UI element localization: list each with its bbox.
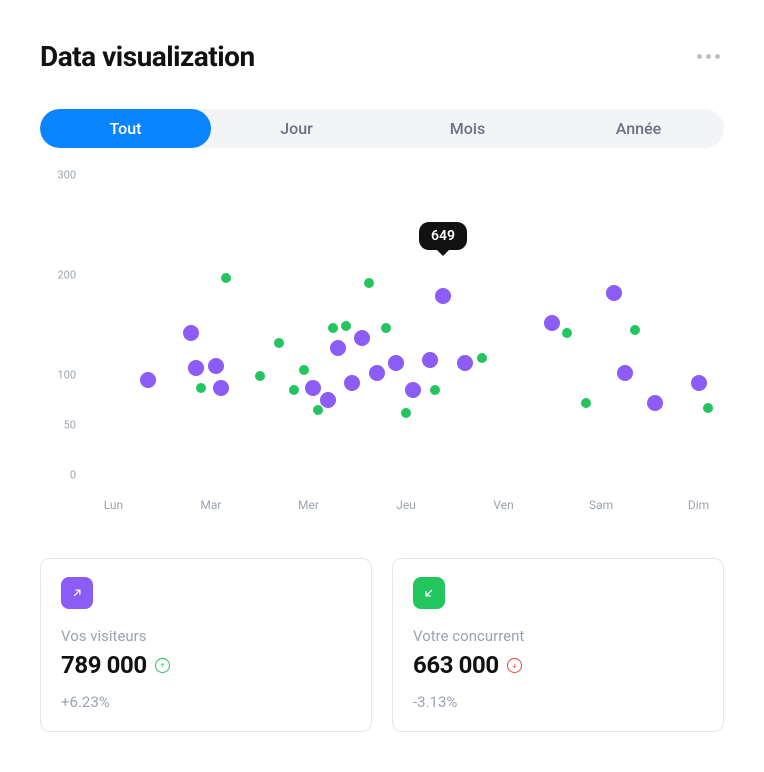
card-value: 789 000	[61, 651, 147, 679]
page-title: Data visualization	[40, 40, 255, 73]
data-point[interactable]	[208, 358, 224, 374]
data-point[interactable]	[255, 371, 265, 381]
card-value: 663 000	[413, 651, 499, 679]
summary-cards: Vos visiteurs 789 000 +6.23% Votre concu…	[40, 558, 724, 732]
segment-jour[interactable]: Jour	[211, 109, 382, 148]
y-tick: 200	[57, 269, 76, 282]
arrow-up-right-icon	[61, 577, 93, 609]
segment-mois[interactable]: Mois	[382, 109, 553, 148]
card-delta: +6.23%	[61, 693, 351, 711]
data-point[interactable]	[330, 340, 346, 356]
trend-down-icon	[507, 658, 522, 673]
data-point[interactable]	[457, 355, 473, 371]
x-tick: Sam	[589, 498, 613, 512]
chart-plot-area: 649	[88, 188, 724, 488]
data-point[interactable]	[581, 398, 591, 408]
data-point[interactable]	[430, 385, 440, 395]
visitors-scatter-chart: 050100200300 649 LunMarMerJeuVenSamDim	[40, 188, 724, 528]
data-point[interactable]	[405, 382, 421, 398]
data-point[interactable]	[369, 365, 385, 381]
trend-up-icon	[155, 658, 170, 673]
data-point[interactable]	[435, 288, 451, 304]
data-point[interactable]	[313, 405, 323, 415]
data-point[interactable]	[562, 328, 572, 338]
card-delta: -3.13%	[413, 693, 703, 711]
data-point[interactable]	[388, 355, 404, 371]
data-point[interactable]	[354, 330, 370, 346]
data-point[interactable]	[344, 375, 360, 391]
data-point[interactable]	[422, 352, 438, 368]
y-tick: 300	[57, 169, 76, 182]
card-your-visitors: Vos visiteurs 789 000 +6.23%	[40, 558, 372, 732]
x-tick: Dim	[688, 498, 709, 512]
data-point[interactable]	[305, 380, 321, 396]
arrow-down-left-icon	[413, 577, 445, 609]
data-point[interactable]	[364, 278, 374, 288]
data-point[interactable]	[341, 321, 351, 331]
card-label: Votre concurrent	[413, 627, 703, 645]
more-icon[interactable]	[693, 50, 724, 63]
data-point[interactable]	[320, 392, 336, 408]
segment-tout[interactable]: Tout	[40, 109, 211, 148]
data-point[interactable]	[274, 338, 284, 348]
data-point[interactable]	[196, 383, 206, 393]
data-point[interactable]	[188, 360, 204, 376]
x-tick: Mer	[298, 498, 319, 512]
data-point[interactable]	[703, 403, 713, 413]
x-tick: Mar	[200, 498, 221, 512]
data-point[interactable]	[140, 372, 156, 388]
y-tick: 50	[64, 419, 76, 432]
data-point[interactable]	[647, 395, 663, 411]
data-point[interactable]	[183, 325, 199, 341]
data-point[interactable]	[221, 273, 231, 283]
x-tick: Lun	[104, 498, 123, 512]
data-point[interactable]	[606, 285, 622, 301]
header: Data visualization	[40, 40, 724, 73]
time-range-segmented[interactable]: ToutJourMoisAnnée	[40, 109, 724, 148]
data-point[interactable]	[381, 323, 391, 333]
x-tick: Jeu	[396, 498, 416, 512]
data-point[interactable]	[544, 315, 560, 331]
data-point[interactable]	[630, 325, 640, 335]
data-point[interactable]	[213, 380, 229, 396]
chart-y-axis: 050100200300	[40, 188, 80, 488]
dashboard-page: Data visualization ToutJourMoisAnnée 0 50…	[0, 0, 764, 772]
y-tick: 0	[70, 469, 76, 482]
card-label: Vos visiteurs	[61, 627, 351, 645]
data-point[interactable]	[401, 408, 411, 418]
data-point[interactable]	[328, 323, 338, 333]
y-tick: 100	[57, 369, 76, 382]
x-tick: Ven	[493, 498, 513, 512]
data-point[interactable]	[691, 375, 707, 391]
data-point[interactable]	[299, 365, 309, 375]
data-point[interactable]	[289, 385, 299, 395]
chart-x-axis: Lun Mar Mer Jeu Ven Sam Dim	[88, 498, 724, 528]
segment-année[interactable]: Année	[553, 109, 724, 148]
data-point[interactable]	[477, 353, 487, 363]
chart-tooltip: 649	[419, 222, 467, 250]
data-point[interactable]	[617, 365, 633, 381]
card-competitor: Votre concurrent 663 000 -3.13%	[392, 558, 724, 732]
